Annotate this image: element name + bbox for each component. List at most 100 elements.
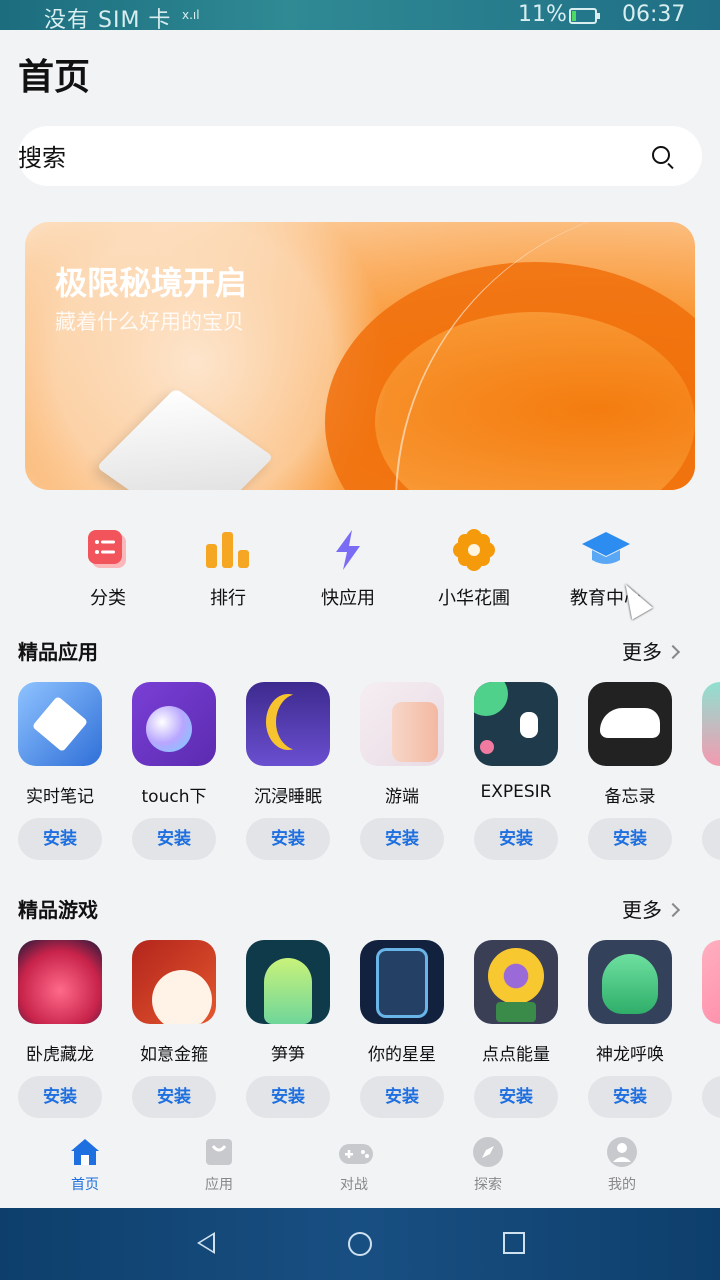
game-name: 神龙呼唤 [596, 1045, 664, 1065]
quick-link-label: 排行 [210, 588, 246, 609]
quick-link-label: 小华花圃 [438, 588, 510, 609]
app-card[interactable]: 游端 安装 [350, 682, 454, 860]
tab-label: 首页 [71, 1177, 99, 1193]
app-card[interactable]: 备忘录 安装 [578, 682, 682, 860]
game-card[interactable]: 卧虎藏龙 安装 [8, 940, 112, 1118]
tab-home[interactable]: 首页 [45, 1136, 125, 1194]
game-card[interactable]: 如意金箍 安装 [122, 940, 226, 1118]
ranking-icon [206, 528, 250, 572]
quick-link-garden[interactable]: 小华花圃 [414, 528, 534, 610]
sim-status: 没有 SIM 卡 [44, 8, 172, 33]
quick-link-quickapp[interactable]: 快应用 [288, 528, 408, 610]
tab-apps[interactable]: 应用 [179, 1136, 259, 1194]
app-name: EXPESIR [480, 782, 552, 802]
compass-icon [472, 1136, 504, 1168]
banner-title: 极限秘境开启 [55, 264, 248, 302]
tab-label: 我的 [608, 1177, 636, 1193]
banner-subtitle: 藏着什么好用的宝贝 [55, 310, 244, 334]
tab-battle[interactable]: 对战 [314, 1136, 394, 1194]
bottom-tab-bar: 首页 应用 对战 探索 我的 [0, 1126, 720, 1208]
game-icon [702, 940, 720, 1024]
game-icon [132, 940, 216, 1024]
install-button[interactable]: 安装 [18, 818, 102, 860]
more-apps-link[interactable]: 更多 [622, 636, 681, 665]
gamepad-icon [338, 1136, 373, 1168]
quick-link-category[interactable]: 分类 [48, 528, 168, 610]
tab-label: 对战 [340, 1177, 368, 1193]
install-button[interactable]: 安装 [18, 1076, 102, 1118]
tab-profile[interactable]: 我的 [582, 1136, 662, 1194]
recent-apps-icon[interactable] [503, 1232, 525, 1254]
app-icon [246, 682, 330, 766]
more-label: 更多 [622, 640, 662, 664]
game-icon [360, 940, 444, 1024]
app-name: 实时笔记 [26, 787, 94, 807]
install-button[interactable] [702, 1076, 720, 1118]
system-nav-bar [0, 1208, 720, 1280]
app-icon [702, 682, 720, 766]
app-card-partial[interactable] [692, 682, 720, 860]
install-button[interactable]: 安装 [588, 818, 672, 860]
app-name: 游端 [385, 787, 419, 807]
battery-icon [569, 8, 600, 24]
home-button-icon[interactable] [348, 1232, 372, 1256]
app-icon [474, 682, 558, 766]
status-bar: 没有 SIM 卡 x.ıl 11% 06:37 [0, 0, 720, 33]
profile-icon [606, 1136, 638, 1168]
quick-link-ranking[interactable]: 排行 [168, 528, 288, 610]
install-button[interactable]: 安装 [132, 818, 216, 860]
game-card-partial[interactable] [692, 940, 720, 1118]
more-label: 更多 [622, 898, 662, 922]
promo-banner[interactable]: 极限秘境开启 藏着什么好用的宝贝 [25, 222, 695, 490]
install-button[interactable] [702, 818, 720, 860]
game-name: 点点能量 [482, 1045, 550, 1065]
app-icon [132, 682, 216, 766]
app-name: touch下 [141, 787, 207, 807]
signal-icon: x.ıl [182, 8, 200, 22]
battery-percent: 11% [518, 2, 567, 27]
install-button[interactable]: 安装 [132, 1076, 216, 1118]
game-card[interactable]: 笋笋 安装 [236, 940, 340, 1118]
install-button[interactable]: 安装 [474, 818, 558, 860]
search-icon[interactable] [652, 146, 670, 164]
game-card[interactable]: 你的星星 安装 [350, 940, 454, 1118]
install-button[interactable]: 安装 [246, 1076, 330, 1118]
section-title-apps: 精品应用 [18, 640, 98, 664]
app-card[interactable]: EXPESIR 安装 [464, 682, 568, 860]
game-card[interactable]: 神龙呼唤 安装 [578, 940, 682, 1118]
chevron-right-icon [665, 644, 681, 660]
apps-bag-icon [203, 1136, 235, 1168]
flower-icon [452, 528, 496, 572]
install-button[interactable]: 安装 [588, 1076, 672, 1118]
app-name: 沉浸睡眠 [254, 787, 322, 807]
game-icon [474, 940, 558, 1024]
install-button[interactable]: 安装 [360, 1076, 444, 1118]
more-games-link[interactable]: 更多 [622, 894, 681, 923]
game-icon [588, 940, 672, 1024]
game-name: 笋笋 [271, 1045, 305, 1065]
search-bar[interactable]: 搜索 [18, 126, 702, 186]
install-button[interactable]: 安装 [474, 1076, 558, 1118]
quick-link-label: 分类 [90, 588, 126, 609]
tab-label: 应用 [205, 1177, 233, 1193]
quick-link-education[interactable]: 教育中心 [546, 528, 666, 610]
tab-explore[interactable]: 探索 [448, 1136, 528, 1194]
app-icon [360, 682, 444, 766]
game-card[interactable]: 点点能量 安装 [464, 940, 568, 1118]
game-name: 卧虎藏龙 [26, 1045, 94, 1065]
app-icon [588, 682, 672, 766]
app-name: 备忘录 [604, 787, 656, 807]
game-icon [18, 940, 102, 1024]
install-button[interactable]: 安装 [246, 818, 330, 860]
category-icon [86, 528, 130, 572]
install-button[interactable]: 安装 [360, 818, 444, 860]
app-card[interactable]: touch下 安装 [122, 682, 226, 860]
app-card[interactable]: 沉浸睡眠 安装 [236, 682, 340, 860]
search-input[interactable]: 搜索 [18, 138, 66, 173]
graduation-cap-icon [580, 528, 632, 572]
back-icon[interactable] [197, 1232, 215, 1254]
game-icon [246, 940, 330, 1024]
app-card[interactable]: 实时笔记 安装 [8, 682, 112, 860]
chevron-right-icon [665, 902, 681, 918]
tab-label: 探索 [474, 1177, 502, 1193]
